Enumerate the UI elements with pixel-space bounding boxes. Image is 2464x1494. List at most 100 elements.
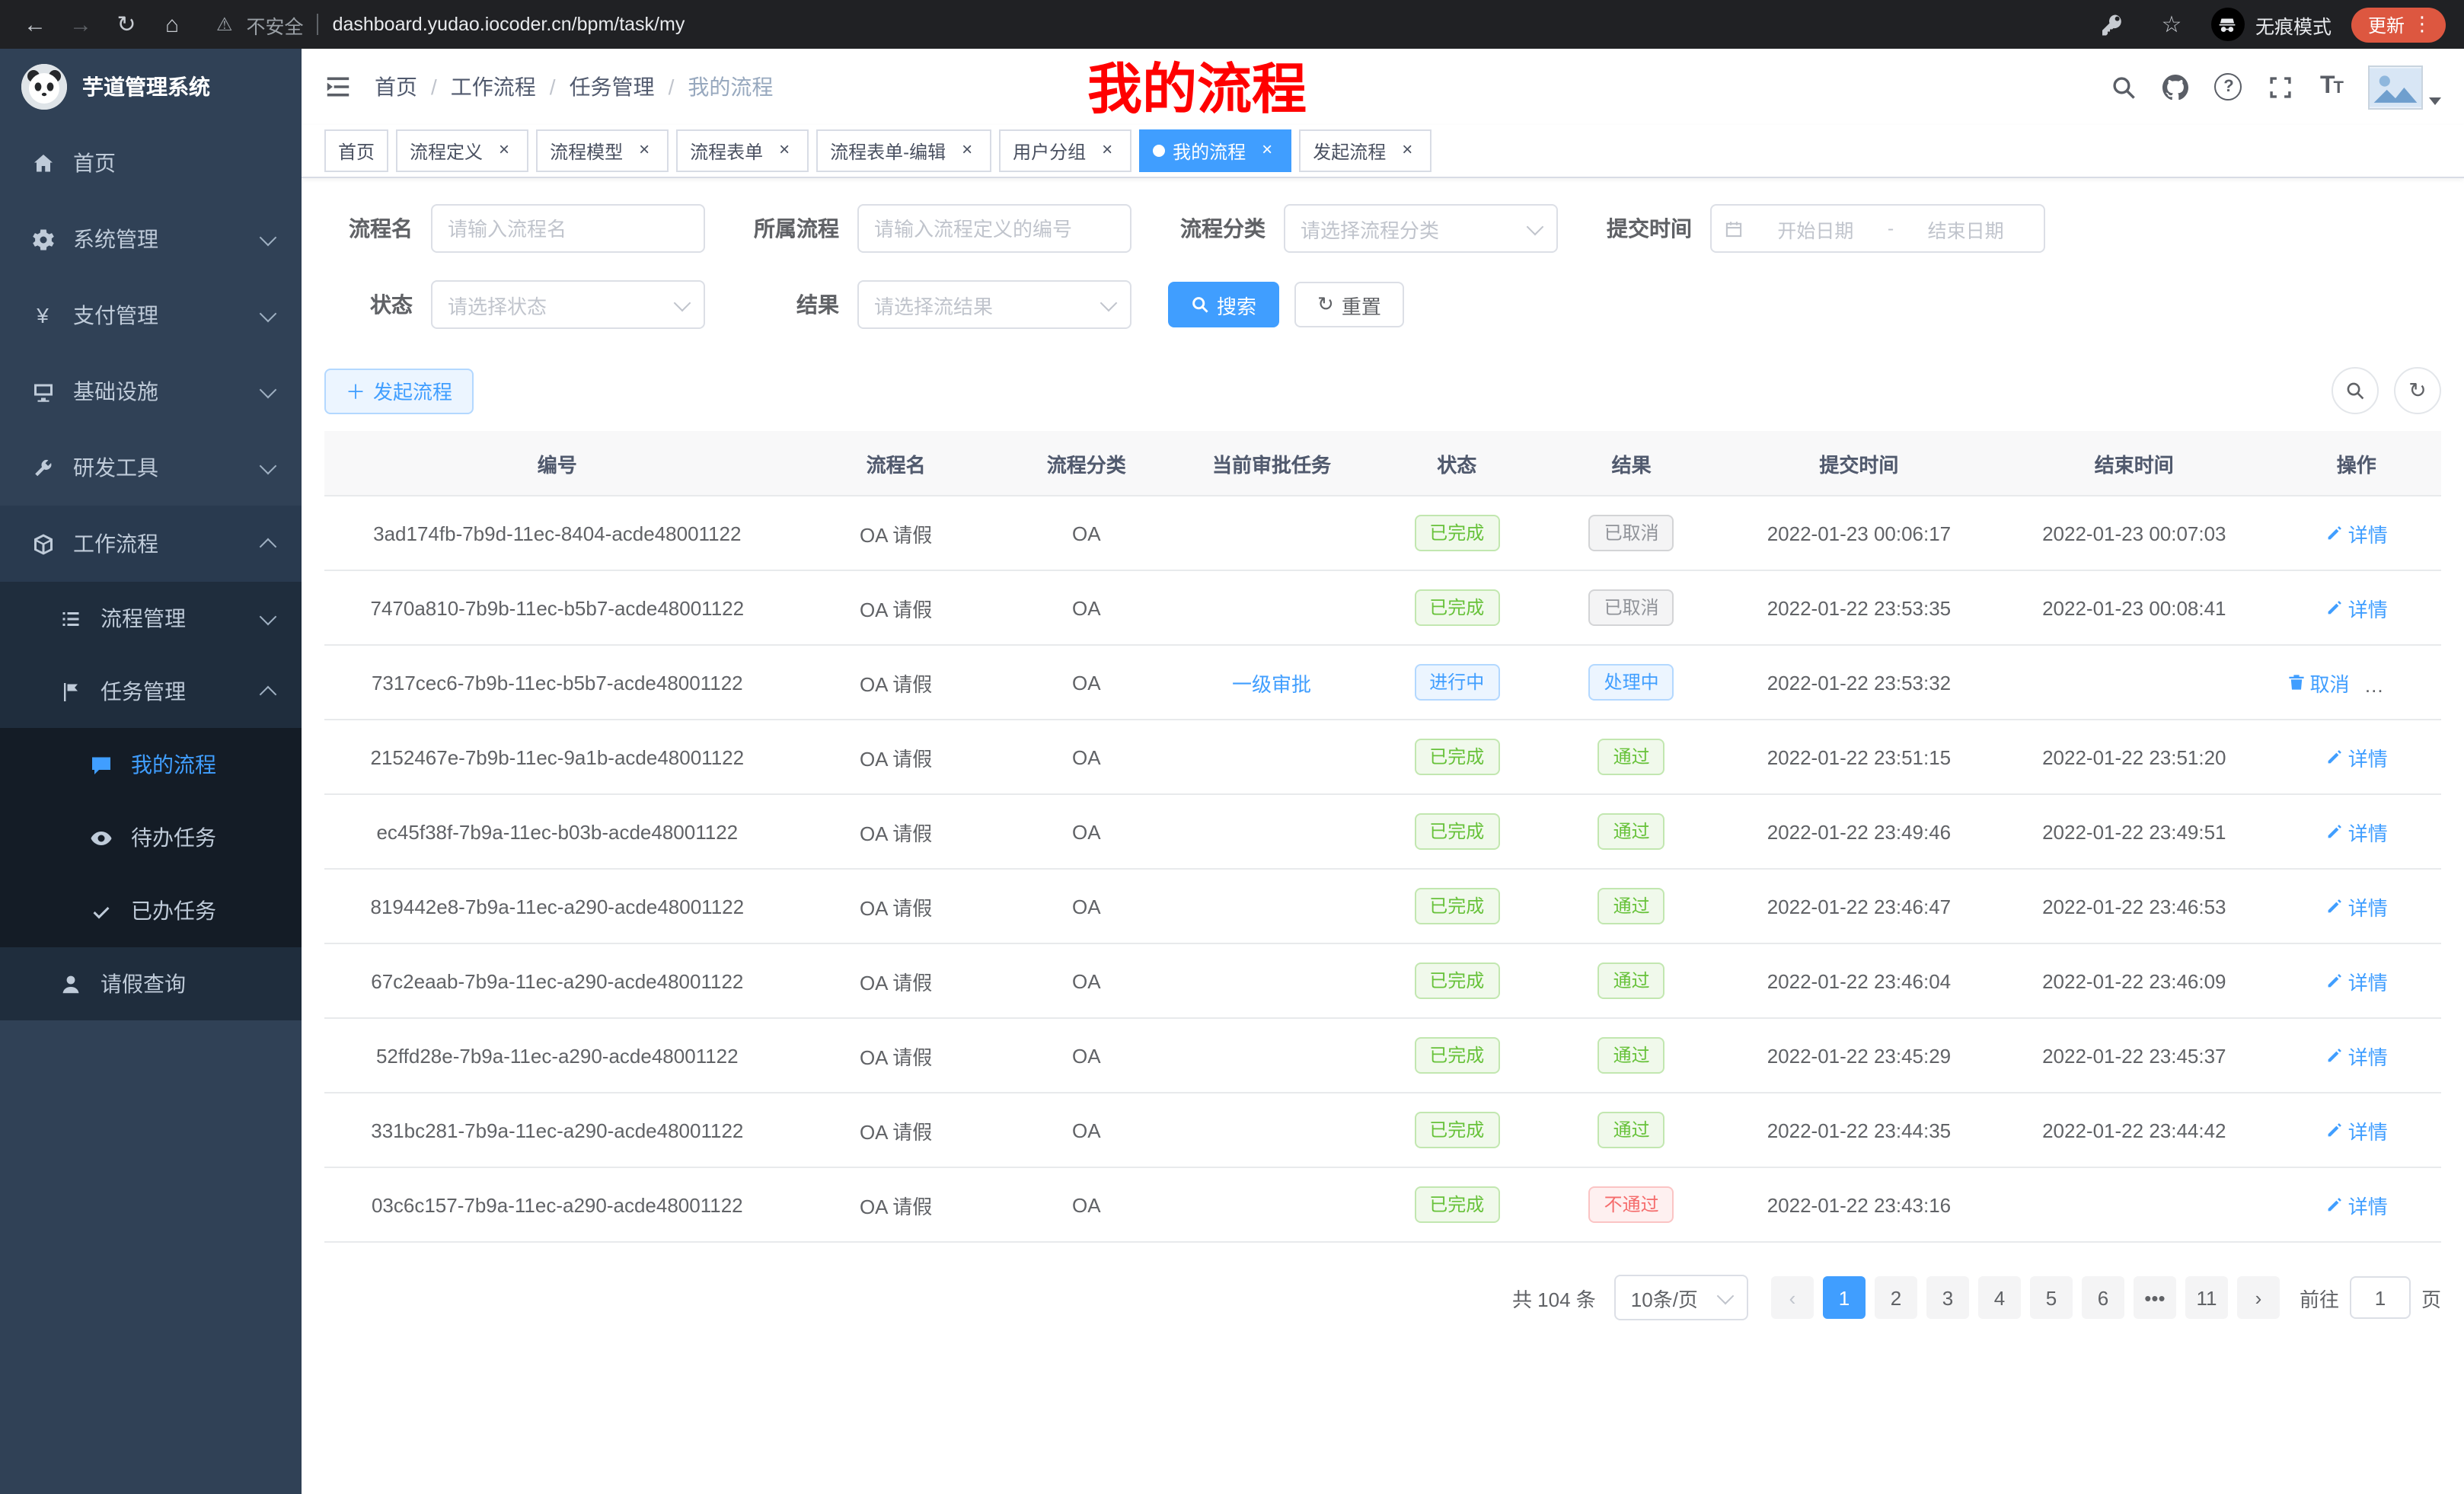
reset-button[interactable]: ↻ 重置	[1294, 282, 1404, 327]
view-tab[interactable]: 我的流程 ×	[1139, 129, 1291, 172]
sidebar-item[interactable]: 已办任务	[0, 874, 302, 947]
navbar: 首页 / 工作流程 / 任务管理 /	[302, 49, 2464, 125]
process-input[interactable]	[857, 204, 1131, 253]
help-icon[interactable]: ?	[2215, 73, 2242, 101]
show-search-icon[interactable]	[2332, 367, 2379, 414]
cell-id: 7470a810-7b9b-11ec-b5b7-acde48001122	[324, 570, 790, 645]
menu-fold-icon[interactable]	[324, 75, 352, 99]
sidebar-item[interactable]: ¥ 支付管理	[0, 277, 302, 353]
category-label: 流程分类	[1168, 213, 1284, 244]
page-size-select[interactable]: 10条/页	[1614, 1275, 1748, 1320]
detail-link[interactable]: 详情	[2325, 817, 2388, 846]
detail-link[interactable]: 详情	[2325, 966, 2388, 995]
page-button[interactable]: 11	[2185, 1276, 2228, 1319]
cell-result: 处理中	[1541, 645, 1721, 720]
sidebar-item[interactable]: 系统管理	[0, 201, 302, 277]
cell-status: 已完成	[1372, 496, 1541, 570]
password-key-icon[interactable]	[2092, 5, 2132, 44]
address-bar[interactable]: ⚠ 不安全 dashboard.yudao.iocoder.cn/bpm/tas…	[198, 10, 2086, 39]
sidebar-item[interactable]: 工作流程	[0, 506, 302, 582]
page-button[interactable]: 4	[1978, 1276, 2021, 1319]
date-range-picker[interactable]: 开始日期 - 结束日期	[1710, 204, 2045, 253]
next-page-button[interactable]: ›	[2237, 1276, 2280, 1319]
detail-link[interactable]: 详情	[2325, 892, 2388, 921]
font-size-icon[interactable]: TT	[2320, 73, 2342, 101]
bookmark-star-icon[interactable]: ☆	[2152, 5, 2191, 44]
reload-icon[interactable]: ↻	[107, 5, 146, 44]
page-button[interactable]: •••	[2134, 1276, 2176, 1319]
breadcrumb-item[interactable]: 首页 /	[375, 72, 451, 102]
status-select[interactable]: 请选择状态	[431, 280, 705, 329]
page-button[interactable]: 1	[1823, 1276, 1866, 1319]
view-tab[interactable]: 流程定义 ×	[396, 129, 528, 172]
edit-icon	[2325, 822, 2344, 841]
sidebar-item[interactable]: 研发工具	[0, 429, 302, 506]
close-tab-icon[interactable]: ×	[493, 140, 515, 161]
view-tab[interactable]: 流程表单-编辑 ×	[816, 129, 991, 172]
chevron-icon	[260, 305, 277, 322]
cell-status: 已完成	[1372, 1167, 1541, 1242]
sidebar-item[interactable]: 待办任务	[0, 801, 302, 874]
page-button[interactable]: 3	[1926, 1276, 1969, 1319]
close-tab-icon[interactable]: ×	[634, 140, 655, 161]
back-icon[interactable]: ←	[15, 5, 55, 44]
search-button[interactable]: 搜索	[1168, 282, 1279, 327]
breadcrumb-item[interactable]: 任务管理 /	[570, 72, 688, 102]
table-row: 52ffd28e-7b9a-11ec-a290-acde48001122 OA …	[324, 1018, 2441, 1093]
cell-result: 通过	[1541, 1093, 1721, 1167]
view-tab[interactable]: 首页 ×	[324, 129, 388, 172]
page-button[interactable]: 2	[1875, 1276, 1917, 1319]
task-link[interactable]: 一级审批	[1232, 668, 1311, 697]
github-icon[interactable]	[2163, 74, 2189, 100]
page-button[interactable]: 6	[2082, 1276, 2124, 1319]
cancel-link[interactable]: 取消	[2287, 668, 2350, 697]
url-text[interactable]: dashboard.yudao.iocoder.cn/bpm/task/my	[333, 14, 685, 35]
cell-end-time: 2022-01-22 23:45:37	[1996, 1018, 2271, 1093]
result-select[interactable]: 请选择流结果	[857, 280, 1131, 329]
eye-icon	[88, 826, 113, 849]
detail-link[interactable]: 详情	[2325, 519, 2388, 547]
close-tab-icon[interactable]: ×	[956, 140, 978, 161]
close-tab-icon[interactable]: ×	[1256, 140, 1278, 161]
cell-submit-time: 2022-01-22 23:49:46	[1722, 794, 1996, 869]
sidebar-item[interactable]: 流程管理	[0, 582, 302, 655]
fullscreen-icon[interactable]	[2268, 74, 2294, 100]
update-button[interactable]: 更新 ⋮	[2351, 7, 2446, 42]
cell-id: 3ad174fb-7b9d-11ec-8404-acde48001122	[324, 496, 790, 570]
detail-link[interactable]: 详情	[2373, 668, 2436, 697]
detail-link[interactable]: 详情	[2325, 1190, 2388, 1219]
detail-link[interactable]: 详情	[2325, 1116, 2388, 1144]
name-input[interactable]	[431, 204, 705, 253]
refresh-table-icon[interactable]: ↻	[2394, 367, 2441, 414]
user-avatar[interactable]	[2368, 65, 2441, 109]
sidebar-item[interactable]: 请假查询	[0, 947, 302, 1020]
sidebar-item[interactable]: 基础设施	[0, 353, 302, 429]
category-select[interactable]: 请选择流程分类	[1284, 204, 1558, 253]
close-tab-icon[interactable]: ×	[1396, 140, 1418, 161]
breadcrumb-item[interactable]: 工作流程 /	[451, 72, 570, 102]
sidebar-item[interactable]: 任务管理	[0, 655, 302, 728]
create-process-button[interactable]: ＋ 发起流程	[324, 368, 474, 413]
detail-link[interactable]: 详情	[2325, 593, 2388, 622]
view-tab[interactable]: 流程模型 ×	[536, 129, 669, 172]
view-tab[interactable]: 流程表单 ×	[676, 129, 809, 172]
detail-link[interactable]: 详情	[2325, 1041, 2388, 1070]
detail-link[interactable]: 详情	[2325, 742, 2388, 771]
browser-home-icon[interactable]: ⌂	[152, 5, 192, 44]
search-icon[interactable]	[2111, 74, 2137, 100]
goto-page-input[interactable]	[2350, 1276, 2411, 1319]
forward-icon[interactable]: →	[61, 5, 101, 44]
close-tab-icon[interactable]: ×	[774, 140, 795, 161]
sidebar-item[interactable]: 我的流程	[0, 728, 302, 801]
close-tab-icon[interactable]: ×	[1096, 140, 1118, 161]
view-tab[interactable]: 发起流程 ×	[1299, 129, 1431, 172]
status-tag: 已完成	[1414, 515, 1499, 551]
security-label[interactable]: 不安全	[247, 10, 304, 39]
menu-dots-icon[interactable]: ⋮	[2412, 12, 2432, 37]
sidebar-item[interactable]: 首页	[0, 125, 302, 201]
page-button[interactable]: 5	[2030, 1276, 2073, 1319]
caret-down-icon	[2429, 97, 2441, 104]
view-tab[interactable]: 用户分组 ×	[999, 129, 1131, 172]
prev-page-button[interactable]: ‹	[1771, 1276, 1814, 1319]
breadcrumb-item[interactable]: 我的流程 /	[688, 72, 773, 102]
